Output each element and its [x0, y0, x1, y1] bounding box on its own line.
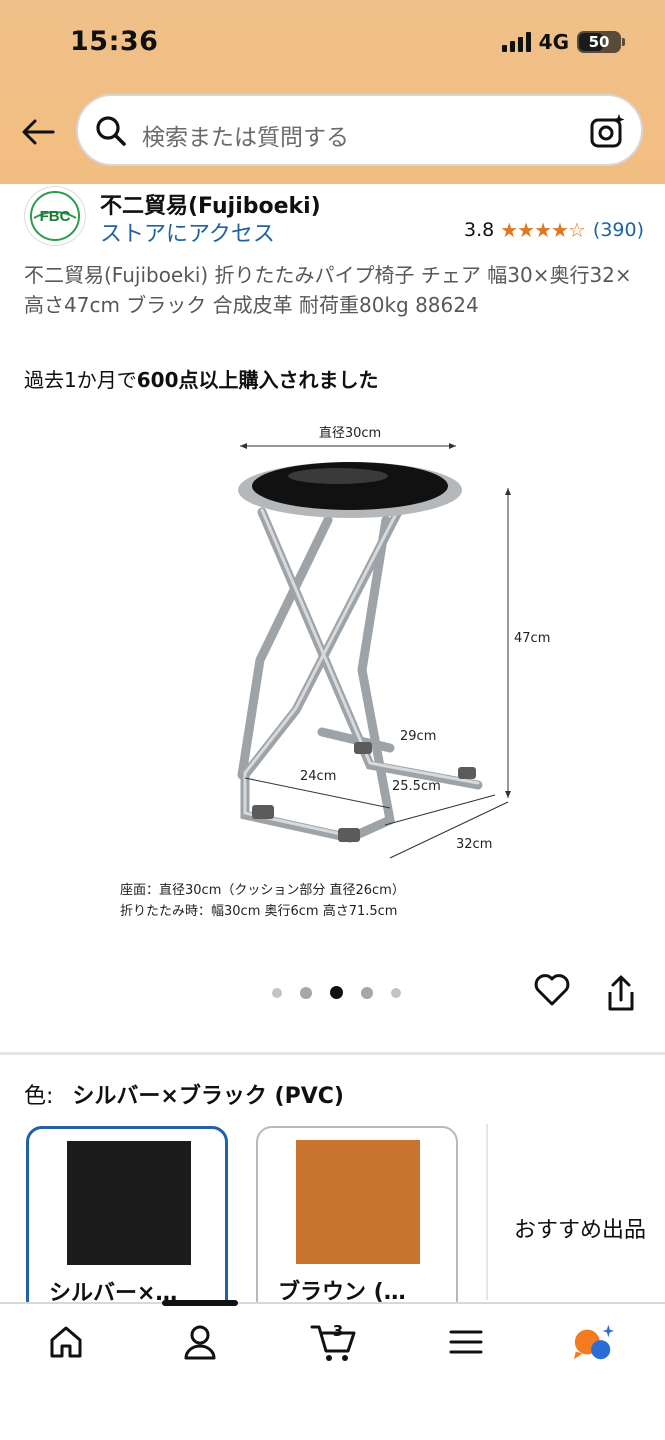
carousel-dot[interactable] — [272, 987, 282, 998]
nav-rufus[interactable] — [572, 1320, 616, 1364]
note-seat: 座面：直径30cm（クッション部分 直径26cm） — [120, 883, 405, 898]
signal-icon — [501, 32, 531, 52]
cart-count: 3 — [333, 1322, 343, 1340]
product-image[interactable]: 直径30cm 47cm 29cm 24cm 25.5cm 32cm 座面：直径3… — [100, 410, 570, 930]
purchase-count: 600点以上購入されました — [136, 368, 379, 392]
cart-icon: 3 — [310, 1322, 356, 1361]
battery-level: 50 — [588, 33, 610, 51]
battery-icon: 50 — [577, 31, 625, 53]
rating-value: 3.8 — [464, 219, 495, 241]
account-icon — [184, 1325, 216, 1360]
variant-separator — [486, 1124, 488, 1300]
brand-logo[interactable]: FBC — [24, 186, 86, 246]
carousel-dot[interactable] — [391, 987, 401, 998]
product-title: 不二貿易(Fujiboeki) 折りたたみパイプ椅子 チェア 幅30×奥行32×… — [24, 263, 632, 317]
variant-swatch — [67, 1141, 191, 1265]
review-count[interactable]: (390) — [593, 219, 644, 241]
nav-menu[interactable] — [444, 1320, 488, 1364]
purchase-prefix: 過去1か月で — [24, 368, 137, 392]
nav-cart[interactable]: 3 — [310, 1320, 360, 1364]
bottom-nav: 3 — [0, 1302, 665, 1440]
rufus-icon — [573, 1324, 615, 1360]
fbc-logo-icon: FBC — [30, 191, 80, 241]
color-selected-value: シルバー×ブラック (PVC) — [72, 1084, 344, 1109]
purchase-note: 過去1か月で600点以上購入されました — [24, 364, 378, 393]
share-icon[interactable] — [604, 974, 638, 1014]
carousel-dot-active[interactable] — [330, 986, 343, 999]
svg-text:FBC: FBC — [40, 208, 71, 225]
color-selector: 色: シルバー×ブラック (PVC) — [24, 1078, 344, 1110]
carousel-dot[interactable] — [361, 986, 373, 999]
back-arrow-icon — [22, 119, 55, 145]
search-icon — [96, 116, 126, 146]
section-divider — [0, 1052, 665, 1055]
back-button[interactable] — [18, 112, 58, 152]
dim-top-width: 直径30cm — [319, 426, 381, 441]
nav-home[interactable] — [44, 1320, 88, 1364]
variant-brown[interactable]: ブラウン (… — [256, 1126, 458, 1316]
network-label: 4G — [538, 30, 569, 54]
status-time: 15:36 — [70, 26, 159, 57]
star-rating-icon: ★★★★☆ — [500, 218, 586, 242]
heart-icon[interactable] — [532, 970, 572, 1010]
dim-inner-depth: 29cm — [400, 729, 436, 744]
dim-depth: 32cm — [456, 837, 492, 852]
search-bar[interactable]: 検索または質問する — [76, 94, 643, 166]
carousel-dots[interactable] — [272, 986, 401, 999]
store-link[interactable]: ストアにアクセス — [100, 216, 275, 248]
tab-indicator — [162, 1300, 238, 1306]
menu-icon — [449, 1330, 483, 1354]
color-label: 色: — [24, 1084, 54, 1109]
brand-row: FBC 不二貿易(Fujiboeki) ストアにアクセス 3.8 ★★★★☆ (… — [24, 186, 644, 248]
variant-swatch — [296, 1140, 420, 1264]
dim-foot: 25.5cm — [392, 779, 441, 794]
status-indicators: 4G 50 — [501, 30, 625, 54]
nav-account[interactable] — [178, 1320, 222, 1364]
variant-silver-black[interactable]: シルバー×… — [26, 1126, 228, 1316]
stool-image: 直径30cm 47cm 29cm 24cm 25.5cm 32cm 座面：直径3… — [120, 426, 550, 919]
home-icon — [50, 1326, 82, 1358]
carousel-dot[interactable] — [300, 986, 312, 999]
dim-base-width: 24cm — [300, 769, 336, 784]
app-header: 15:36 4G 50 検索または質問する — [0, 0, 665, 184]
note-folded: 折りたたみ時：幅30cm 奥行6cm 高さ71.5cm — [120, 903, 397, 919]
camera-icon[interactable] — [589, 112, 627, 150]
dim-height: 47cm — [514, 631, 550, 646]
recommended-offers-link[interactable]: おすすめ出品 — [514, 1212, 646, 1244]
search-input[interactable]: 検索または質問する — [142, 118, 349, 152]
rating[interactable]: 3.8 ★★★★☆ (390) — [464, 218, 644, 242]
